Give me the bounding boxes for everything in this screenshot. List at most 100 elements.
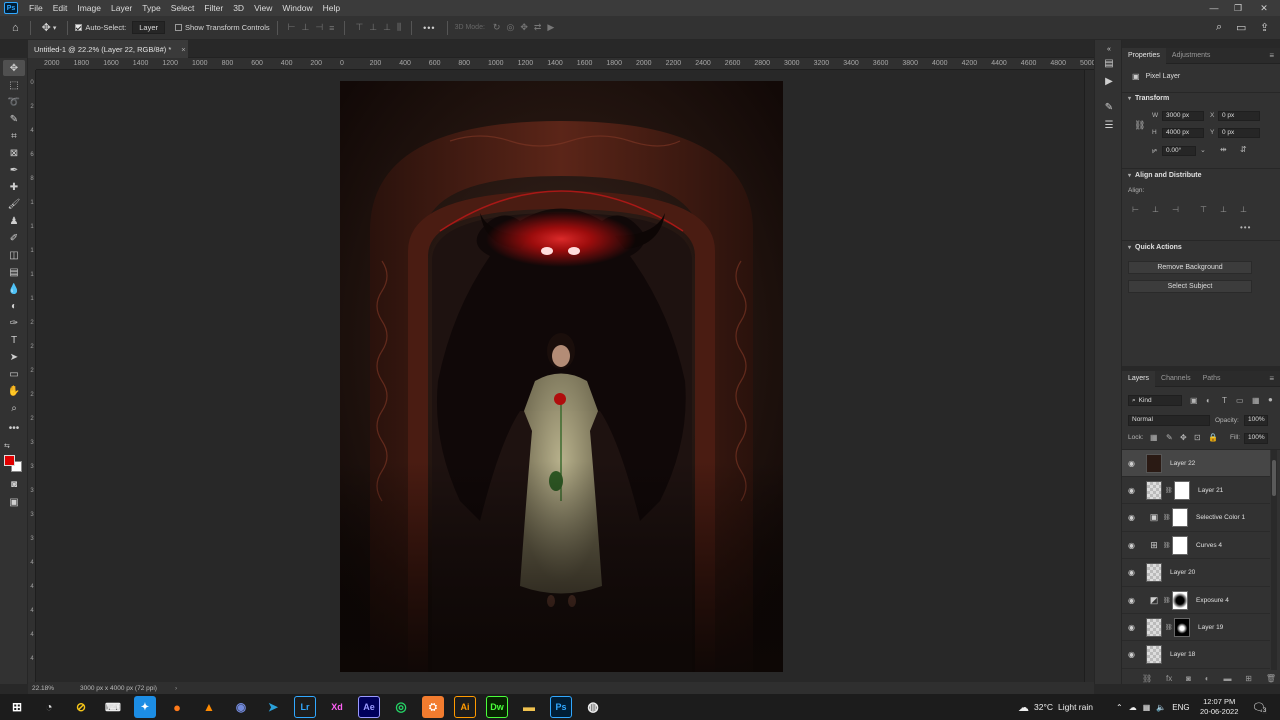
add-mask-icon[interactable]: ◙	[1186, 674, 1191, 683]
visibility-eye-icon[interactable]: ◉	[1128, 596, 1138, 605]
brush-tool-icon[interactable]: 🖌	[3, 196, 25, 212]
layer-thumbnail[interactable]	[1146, 617, 1162, 637]
discord-icon[interactable]: ◉	[230, 696, 252, 718]
adjustments-panel-icon[interactable]: ☰	[1102, 118, 1116, 132]
align-left-icon[interactable]: ⊢	[1132, 205, 1139, 214]
move-tool-icon[interactable]: ✥	[42, 21, 51, 34]
pen-tool-icon[interactable]: ✑	[3, 315, 25, 331]
lightroom-icon[interactable]: Lr	[294, 696, 316, 718]
lock-pixels-icon[interactable]: ✎	[1166, 433, 1173, 442]
lock-artboard-icon[interactable]: ⊡	[1194, 433, 1201, 442]
layer-row[interactable]: ◉ Layer 22	[1122, 450, 1270, 477]
remove-background-button[interactable]: Remove Background	[1128, 261, 1252, 274]
layer-thumbnail[interactable]	[1146, 645, 1162, 665]
collapse-panels-icon[interactable]: «	[1102, 42, 1116, 56]
onedrive-icon[interactable]: ☁	[1129, 703, 1137, 712]
align-right-icon[interactable]: ⊣	[1172, 205, 1179, 214]
default-colors-icon[interactable]: ⇆	[3, 438, 25, 454]
layers-scroll-thumb[interactable]	[1272, 460, 1276, 496]
filter-adjustment-icon[interactable]: ◐	[1206, 396, 1211, 405]
menu-type[interactable]: Type	[137, 0, 165, 16]
3d-scale-icon[interactable]: ▶	[547, 22, 554, 33]
layers-scrollbar[interactable]	[1271, 450, 1277, 670]
clock[interactable]: 12:07 PM 20-06-2022	[1200, 694, 1238, 720]
firefox-icon[interactable]: ●	[166, 696, 188, 718]
chevron-down-icon[interactable]: ▾	[53, 24, 57, 32]
tab-layers[interactable]: Layers	[1122, 370, 1156, 387]
menu-file[interactable]: File	[24, 0, 48, 16]
layer-row[interactable]: ◉ Layer 18	[1122, 642, 1270, 669]
tab-adjustments[interactable]: Adjustments	[1166, 48, 1217, 64]
height-field[interactable]: 4000 px	[1162, 128, 1204, 138]
lock-all-icon[interactable]: 🔒	[1208, 433, 1218, 442]
mask-link-icon[interactable]: ⛓	[1163, 514, 1171, 521]
blend-mode-dropdown[interactable]: Normal	[1128, 415, 1210, 426]
quick-mask-icon[interactable]: ◙	[3, 476, 25, 492]
hand-tool-icon[interactable]: ✋	[3, 383, 25, 399]
visibility-eye-icon[interactable]: ◉	[1128, 459, 1138, 468]
document-tab[interactable]: Untitled-1 @ 22.2% (Layer 22, RGB/8#) * …	[28, 40, 188, 58]
actions-panel-icon[interactable]: ▶	[1102, 74, 1116, 88]
crop-tool-icon[interactable]: ⌗	[3, 128, 25, 144]
whatsapp-icon[interactable]: ◎	[390, 696, 412, 718]
vlc-icon[interactable]: ▲	[198, 696, 220, 718]
angle-dropdown-icon[interactable]: ⌄	[1200, 146, 1206, 154]
quick-actions-header[interactable]: ▾ Quick Actions	[1122, 244, 1182, 251]
notification-center[interactable]: 🗨 3	[1252, 694, 1268, 720]
lasso-tool-icon[interactable]: ➰	[3, 94, 25, 110]
layer-thumbnail[interactable]	[1146, 563, 1162, 583]
layer-name[interactable]: Exposure 4	[1196, 597, 1229, 604]
share-icon[interactable]: ⇪	[1260, 21, 1269, 34]
layer-mask-thumbnail[interactable]	[1172, 535, 1188, 555]
more-options-icon[interactable]: •••	[423, 23, 435, 33]
auto-select-checkbox[interactable]	[75, 24, 83, 31]
panel-menu-icon[interactable]: ≡	[1269, 51, 1274, 60]
x-field[interactable]: 0 px	[1218, 111, 1260, 121]
align-left-icon[interactable]: ⊢	[288, 22, 296, 33]
layers-menu-icon[interactable]: ≡	[1269, 374, 1274, 383]
align-top-icon[interactable]: ⊤	[355, 22, 363, 33]
y-field[interactable]: 0 px	[1218, 128, 1260, 138]
dodge-tool-icon[interactable]: ◐	[3, 298, 25, 314]
dreamweaver-icon[interactable]: Dw	[486, 696, 508, 718]
taskbar-app-safari-icon[interactable]: ✦	[134, 696, 156, 718]
delete-layer-icon[interactable]: 🗑	[1266, 674, 1276, 683]
visibility-eye-icon[interactable]: ◉	[1128, 650, 1138, 659]
opacity-field[interactable]: 100%	[1244, 415, 1268, 426]
path-select-icon[interactable]: ➤	[3, 349, 25, 365]
3d-pan-icon[interactable]: ✥	[520, 22, 528, 33]
show-transform-checkbox[interactable]	[175, 24, 183, 31]
layer-name[interactable]: Layer 21	[1198, 487, 1223, 494]
flip-vertical-icon[interactable]: ⇵	[1240, 145, 1247, 154]
align-bottom-icon[interactable]: ⊥	[1240, 205, 1247, 214]
screen-mode-icon[interactable]: ▣	[3, 494, 25, 510]
eraser-tool-icon[interactable]: ◫	[3, 247, 25, 263]
tray-chevron-icon[interactable]: ⌃	[1116, 703, 1123, 712]
transform-section-header[interactable]: ▾ Transform	[1122, 95, 1169, 102]
document-canvas-image[interactable]	[340, 81, 783, 672]
layer-row[interactable]: ◉ ▣ ⛓ Selective Color 1	[1122, 505, 1270, 532]
layer-name[interactable]: Curves 4	[1196, 542, 1222, 549]
photoshop-logo[interactable]: Ps	[4, 2, 18, 14]
3d-orbit-icon[interactable]: ↻	[493, 22, 501, 33]
align-bottom-icon[interactable]: ⊥	[383, 22, 391, 33]
adjustment-layer-icon[interactable]: ▣	[1148, 508, 1160, 527]
search-icon[interactable]: ⌕	[1216, 21, 1222, 34]
filter-shape-icon[interactable]: ▭	[1236, 396, 1244, 405]
layer-name[interactable]: Layer 19	[1198, 624, 1223, 631]
marquee-tool-icon[interactable]: ⬚	[3, 77, 25, 93]
menu-3d[interactable]: 3D	[228, 0, 249, 16]
zoom-level[interactable]: 22.18%	[32, 685, 72, 692]
layer-mask-thumbnail[interactable]	[1172, 508, 1188, 528]
menu-edit[interactable]: Edit	[48, 0, 73, 16]
select-subject-button[interactable]: Select Subject	[1128, 280, 1252, 293]
align-top-icon[interactable]: ⊤	[1200, 205, 1207, 214]
filter-pixel-icon[interactable]: ▣	[1190, 396, 1198, 405]
3d-roll-icon[interactable]: ◎	[506, 22, 514, 33]
3d-slide-icon[interactable]: ⇄	[534, 22, 542, 33]
history-brush-icon[interactable]: ✐	[3, 230, 25, 246]
telegram-icon[interactable]: ➤	[262, 696, 284, 718]
illustrator-icon[interactable]: Ai	[454, 696, 476, 718]
mask-link-icon[interactable]: ⛓	[1165, 624, 1173, 631]
taskbar-app-circle-icon[interactable]: ◔	[38, 696, 60, 718]
